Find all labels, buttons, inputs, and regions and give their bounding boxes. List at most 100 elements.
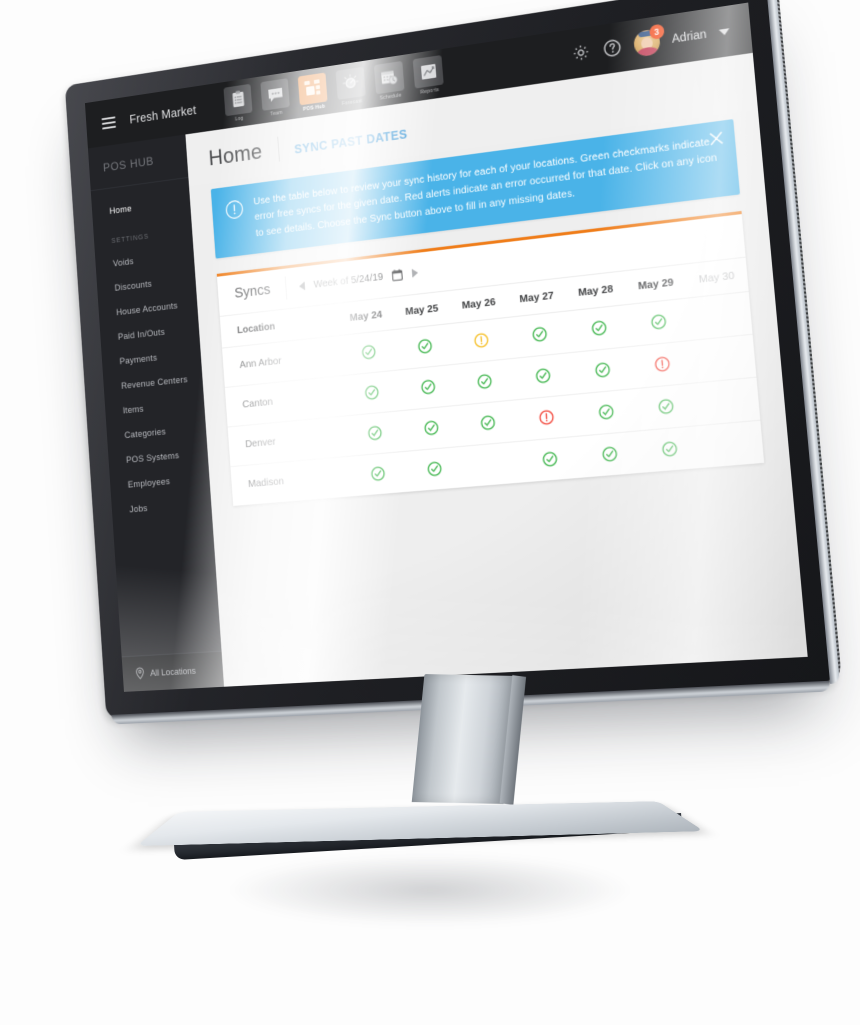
avatar-image [633,28,661,57]
status-error-icon[interactable] [538,409,554,426]
column-header-may-25: May 25 [392,291,451,329]
table-cell-status [695,377,760,425]
exclamation-circle-icon [224,198,244,220]
column-header-may-30: May 30 [685,257,749,297]
notification-badge[interactable]: 3 [649,24,665,40]
sidebar-footer-all-locations[interactable]: All Locations [122,651,224,692]
status-check-icon[interactable] [367,425,382,441]
application-window: Fresh Market Log Team POS Hub Forecast S… [85,3,808,693]
column-header-may-27: May 27 [506,278,567,317]
table-cell-status[interactable] [455,358,516,405]
table-cell-status[interactable] [631,340,696,388]
sidebar-footer-label: All Locations [150,665,196,677]
close-icon[interactable] [709,131,724,146]
status-check-icon[interactable] [594,362,611,379]
table-cell-status[interactable] [578,431,642,478]
table-cell-status[interactable] [458,400,519,447]
nav-item-reports[interactable]: Reports [411,54,446,96]
status-check-icon[interactable] [658,398,675,415]
main-content: Home SYNC PAST DATES Use the table below… [185,53,807,687]
status-error-icon[interactable] [654,356,671,373]
chevron-down-icon[interactable] [719,28,730,36]
status-check-icon[interactable] [420,379,436,395]
status-check-icon[interactable] [662,441,679,458]
calendar-icon[interactable] [391,269,402,282]
status-check-icon[interactable] [535,368,551,385]
status-check-icon[interactable] [591,320,608,337]
avatar-face [641,37,653,51]
table-cell-status[interactable] [346,410,405,456]
status-check-icon[interactable] [370,466,385,482]
table-cell-status[interactable] [512,352,574,399]
nav-item-pos-hub[interactable]: POS Hub [296,72,330,113]
nav-label-pos-hub: POS Hub [303,103,325,112]
table-cell-status[interactable] [638,425,703,472]
table-cell-status[interactable] [627,298,691,347]
table-cell-status[interactable] [509,311,571,359]
table-cell-status[interactable] [398,364,458,410]
avatar-shirt [636,46,659,58]
status-check-icon[interactable] [532,326,548,343]
calendar-clock-icon [374,60,405,93]
status-check-icon[interactable] [480,415,496,431]
nav-item-log[interactable]: Log [222,83,255,124]
avatar-headband [638,30,654,37]
table-cell-status[interactable] [451,317,512,364]
status-check-icon[interactable] [651,313,668,330]
nav-item-forecast[interactable]: Forecast [334,66,369,107]
triangle-left-icon[interactable] [298,281,306,292]
table-cell-status[interactable] [343,370,402,416]
table-cell-status[interactable] [340,329,399,375]
calendar-clock-icon-svg [379,67,399,87]
week-navigation: Week of 5/24/19 [286,267,419,294]
table-cell-status[interactable] [516,394,578,441]
table-cell-status[interactable] [401,405,461,451]
status-check-icon[interactable] [361,344,376,360]
triangle-right-icon[interactable] [410,268,418,279]
table-cell-status [688,291,753,340]
status-check-icon[interactable] [426,461,442,477]
gauge-icon-svg [341,72,361,93]
hamburger-icon[interactable] [101,116,116,129]
brand-title: Fresh Market [129,103,197,126]
table-cell-status[interactable] [404,446,464,491]
nav-item-team[interactable]: Team [259,77,293,118]
app-body: POS HUB Home SETTINGS Voids Discounts Ho… [88,53,808,692]
table-cell-status[interactable] [395,323,455,370]
avatar-hair [633,29,661,57]
avatar[interactable]: 3 [633,28,661,57]
status-check-icon[interactable] [477,373,493,390]
table-cell-status[interactable] [567,304,630,352]
gauge-icon [336,66,366,99]
status-check-icon[interactable] [601,446,618,463]
table-cell-status[interactable] [634,383,699,431]
status-check-icon[interactable] [417,338,433,354]
status-check-icon[interactable] [423,420,439,436]
table-cell-status [461,441,522,487]
nav-label-team: Team [270,109,283,117]
monitor-stand-base [168,782,688,860]
chat-bubble-icon-svg [266,85,284,103]
nav-label-schedule: Schedule [379,92,401,101]
table-cell-status[interactable] [574,388,637,436]
table-cell-status [691,334,756,383]
nav-label-forecast: Forecast [342,98,363,107]
status-check-icon[interactable] [598,404,615,421]
location-pin-icon [135,667,146,680]
monitor-perspective-wrap: Fresh Market Log Team POS Hub Forecast S… [0,0,860,1025]
nav-item-schedule[interactable]: Schedule [372,60,407,102]
username-label[interactable]: Adrian [671,28,707,45]
status-warning-icon[interactable] [474,332,490,349]
page-title: Home [208,139,263,171]
status-check-icon[interactable] [364,385,379,401]
gear-icon[interactable] [570,42,591,64]
status-check-icon[interactable] [542,451,558,468]
table-cell-status[interactable] [349,451,408,496]
clipboard-icon-svg [230,89,247,109]
syncs-card-title: Syncs [218,281,286,304]
sync-past-dates-link[interactable]: SYNC PAST DATES [294,127,408,156]
table-cell-status [699,420,764,468]
pos-grid-icon-svg [303,78,323,99]
question-circle-icon[interactable] [602,37,623,59]
header-divider [277,137,280,162]
